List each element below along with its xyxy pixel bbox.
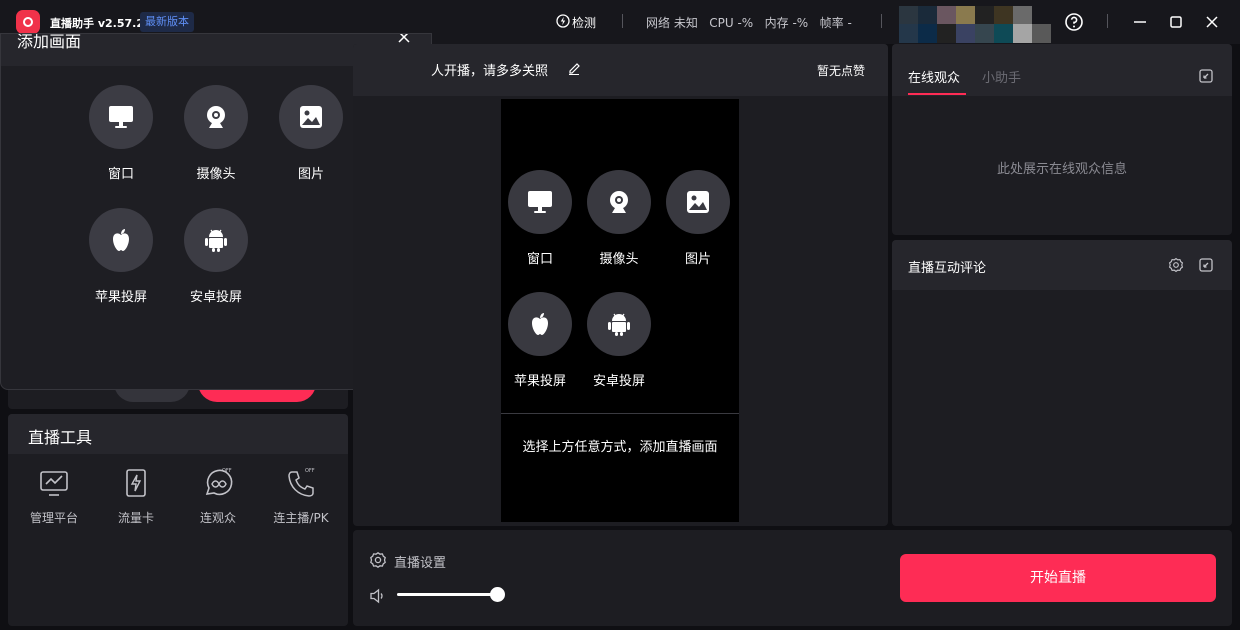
add-source-hint: 选择上方任意方式，添加直播画面 bbox=[522, 440, 718, 455]
tool-management[interactable]: 管理平台 bbox=[14, 464, 94, 528]
edit-icon[interactable] bbox=[567, 61, 581, 75]
webcam-icon bbox=[587, 170, 651, 234]
source-label: 窗口 bbox=[107, 167, 134, 182]
source-image-button[interactable]: 图片 bbox=[261, 85, 361, 185]
android-icon bbox=[587, 292, 651, 356]
source-camera-button[interactable]: 摄像头 bbox=[166, 85, 266, 185]
webcam-icon bbox=[184, 85, 248, 149]
source-android-mirror-button[interactable]: 安卓投屏 bbox=[166, 208, 266, 308]
version-badge[interactable]: 最新版本 bbox=[140, 12, 194, 32]
tab-assistant[interactable]: 小助手 bbox=[982, 67, 1021, 86]
tool-label: 流量卡 bbox=[117, 511, 154, 525]
minimize-icon[interactable] bbox=[1128, 10, 1152, 34]
tool-link-anchor-pk[interactable]: OFF 连主播/PK bbox=[260, 464, 342, 528]
source-label: 图片 bbox=[297, 167, 324, 182]
close-icon[interactable] bbox=[397, 33, 411, 44]
monitor-icon bbox=[89, 85, 153, 149]
link-viewer-icon: OFF bbox=[205, 468, 233, 496]
preview-label: 图片 bbox=[684, 252, 711, 267]
audience-panel: 在线观众 小助手 此处展示在线观众信息 bbox=[892, 44, 1232, 235]
tool-link-viewer[interactable]: OFF 连观众 bbox=[178, 464, 258, 528]
preview-apple-button[interactable]: 苹果投屏 bbox=[501, 292, 581, 392]
divider bbox=[1107, 14, 1108, 28]
preview-label: 窗口 bbox=[526, 252, 553, 267]
monitor-icon bbox=[508, 170, 572, 234]
start-live-button[interactable]: 开始直播 bbox=[900, 554, 1216, 602]
comments-panel: 直播互动评论 bbox=[892, 240, 1232, 526]
monitor-chart-icon bbox=[40, 471, 68, 496]
preview-window-button[interactable]: 窗口 bbox=[501, 170, 581, 270]
svg-text:OFF: OFF bbox=[305, 468, 315, 474]
preview-android-button[interactable]: 安卓投屏 bbox=[580, 292, 660, 392]
tool-label: 管理平台 bbox=[29, 511, 78, 525]
preview-panel: 人开播，请多多关照 暂无点赞 窗口 摄像头 图片 苹果投屏 安卓投屏 选择上方任… bbox=[353, 44, 888, 526]
source-label: 摄像头 bbox=[196, 167, 236, 182]
volume-icon[interactable] bbox=[369, 587, 387, 605]
preview-label: 安卓投屏 bbox=[592, 374, 645, 389]
preview-label: 苹果投屏 bbox=[513, 374, 566, 389]
popout-icon[interactable] bbox=[1198, 68, 1214, 84]
apple-icon bbox=[89, 208, 153, 272]
popout-icon[interactable] bbox=[1198, 257, 1214, 273]
tools-panel: 直播工具 管理平台 流量卡 OFF 连观众 OFF 连主播/PK bbox=[8, 414, 348, 626]
likes-count: 暂无点赞 bbox=[817, 64, 866, 78]
lightning-icon[interactable] bbox=[556, 14, 570, 28]
avatar-mosaic[interactable] bbox=[899, 6, 1051, 43]
tab-online-audience[interactable]: 在线观众 bbox=[908, 67, 960, 86]
audience-empty-text: 此处展示在线观众信息 bbox=[996, 162, 1127, 177]
maximize-icon[interactable] bbox=[1164, 10, 1188, 34]
app-logo-icon bbox=[16, 10, 40, 34]
volume-slider-knob[interactable] bbox=[489, 587, 505, 602]
divider bbox=[501, 413, 739, 414]
svg-text:OFF: OFF bbox=[222, 468, 232, 474]
system-stats: 网络 未知 CPU -% 内存 -% 帧率 - bbox=[646, 16, 852, 30]
source-window-button[interactable]: 窗口 bbox=[71, 85, 171, 185]
image-icon bbox=[666, 170, 730, 234]
help-icon[interactable] bbox=[1062, 10, 1086, 34]
tool-flow-card[interactable]: 流量卡 bbox=[96, 464, 176, 528]
popup-title: 添加画面 bbox=[17, 33, 82, 51]
phone-canvas[interactable]: 窗口 摄像头 图片 苹果投屏 安卓投屏 选择上方任意方式，添加直播画面 bbox=[501, 99, 739, 522]
settings-icon[interactable] bbox=[369, 551, 387, 569]
comments-title: 直播互动评论 bbox=[908, 261, 987, 276]
source-apple-mirror-button[interactable]: 苹果投屏 bbox=[71, 208, 171, 308]
volume-fill bbox=[397, 593, 497, 596]
preview-camera-button[interactable]: 摄像头 bbox=[580, 170, 660, 270]
divider bbox=[622, 14, 623, 28]
divider bbox=[881, 14, 882, 28]
phone-icon: OFF bbox=[288, 468, 315, 497]
image-icon bbox=[279, 85, 343, 149]
apple-icon bbox=[508, 292, 572, 356]
stream-title[interactable]: 人开播，请多多关照 bbox=[431, 60, 548, 79]
android-icon bbox=[184, 208, 248, 272]
close-icon[interactable] bbox=[1200, 10, 1224, 34]
tool-label: 连观众 bbox=[199, 511, 236, 525]
tool-label: 连主播/PK bbox=[273, 511, 329, 525]
settings-icon[interactable] bbox=[1168, 257, 1184, 273]
source-label: 安卓投屏 bbox=[189, 290, 242, 305]
tools-title: 直播工具 bbox=[28, 428, 93, 447]
volume-track[interactable] bbox=[397, 587, 505, 602]
app-name: 直播助手 v2.57.2 bbox=[50, 17, 144, 30]
flash-card-icon bbox=[126, 469, 146, 497]
settings-button[interactable]: 直播设置 bbox=[394, 552, 446, 571]
check-button[interactable]: 检测 bbox=[572, 14, 596, 31]
source-label: 苹果投屏 bbox=[94, 290, 147, 305]
active-tab-indicator bbox=[908, 93, 966, 95]
preview-image-button[interactable]: 图片 bbox=[659, 170, 739, 270]
preview-label: 摄像头 bbox=[599, 252, 639, 267]
